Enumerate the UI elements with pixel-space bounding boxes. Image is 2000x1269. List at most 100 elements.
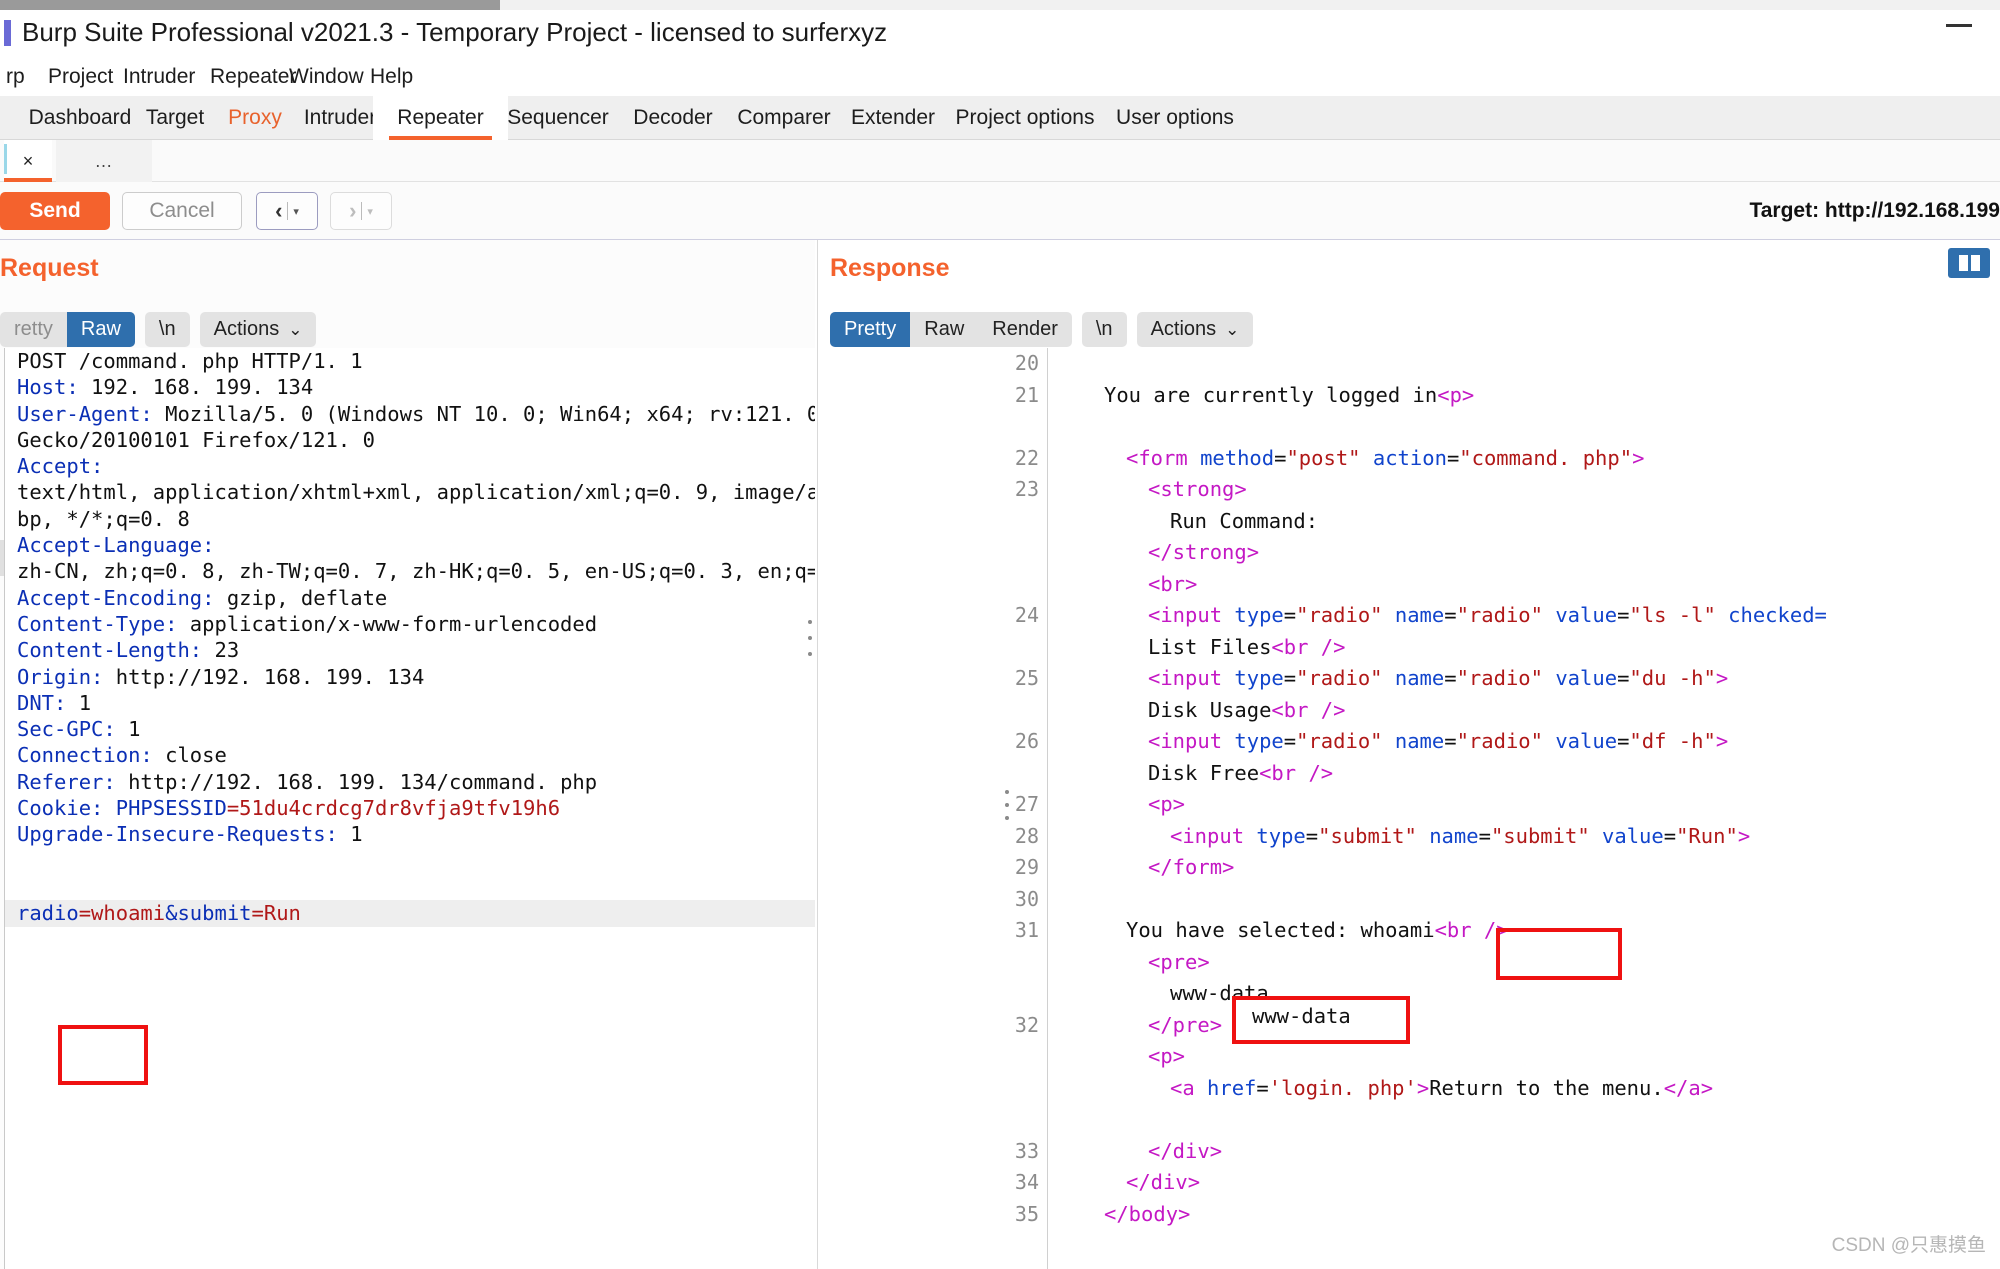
response-code-line: <p> [1148, 1044, 1186, 1068]
response-code-line: </div> [1126, 1170, 1201, 1194]
watermark: CSDN @只惠摸鱼 [1831, 1235, 1986, 1256]
close-icon[interactable]: × [23, 151, 34, 172]
request-text-line: Gecko/20100101 Firefox/121. 0 [17, 427, 375, 452]
actions-label: Actions [1150, 318, 1217, 340]
response-splitter-handle[interactable] [1003, 790, 1011, 820]
line-number: 21 [1014, 382, 1039, 407]
line-number: 22 [1014, 445, 1039, 470]
request-text-line: zh-CN, zh;q=0. 8, zh-TW;q=0. 7, zh-HK;q=… [17, 559, 815, 584]
history-back-button[interactable]: ‹ ▾ [256, 192, 318, 230]
tab-user-options[interactable]: User options [1080, 96, 1270, 140]
menu-item-project[interactable]: Project [42, 63, 119, 91]
response-panel-title: Response [830, 254, 950, 282]
response-editor[interactable]: You are currently logged in<p> <form met… [1060, 348, 2000, 1269]
request-text-line: text/html, application/xhtml+xml, applic… [17, 480, 815, 505]
response-code-line: <input type="radio" name="radio" value="… [1148, 666, 1729, 690]
line-number [1000, 569, 1039, 601]
response-code-line: www-data [1170, 981, 1269, 1005]
line-number: 24 [1014, 603, 1039, 627]
request-newline-button[interactable]: \n [144, 312, 190, 347]
annotation-box-response-whoami [1496, 928, 1622, 980]
request-editor[interactable]: POST /command. php HTTP/1. 1 Host: 192. 1… [4, 348, 815, 1269]
line-number: 30 [1014, 886, 1039, 911]
request-header-line: Accept-Encoding: gzip, deflate [17, 585, 388, 610]
request-header-line: Connection: close [17, 743, 227, 768]
line-number: 35 [1014, 1201, 1039, 1226]
response-code-line: <input type="radio" name="radio" value="… [1148, 729, 1729, 753]
response-tab-pretty[interactable]: Pretty [830, 312, 911, 347]
line-number: 34 [1014, 1170, 1039, 1194]
request-tab-pretty[interactable]: retty [0, 312, 67, 347]
line-number [1000, 947, 1039, 979]
actions-label: Actions [213, 318, 280, 340]
minimize-button[interactable] [1946, 24, 1972, 27]
response-code-line [1060, 348, 2000, 380]
request-header-line: DNT: 1 [17, 690, 92, 715]
response-code-line [1060, 884, 2000, 916]
request-actions-button[interactable]: Actions ⌄ [199, 312, 317, 347]
history-forward-button[interactable]: › ▾ [330, 192, 392, 230]
layout-toggle-button[interactable] [1948, 248, 1990, 278]
menu-bar: rp Project Intruder Repeater Window Help [0, 58, 2000, 96]
line-number [1000, 1041, 1039, 1073]
request-text-line: POST /command. php HTTP/1. 1 [17, 349, 363, 373]
response-view-controls: Pretty Raw Render \n Actions ⌄ [830, 312, 1254, 347]
request-tab-raw[interactable]: Raw [66, 312, 135, 347]
chevron-down-icon: ⌄ [288, 319, 303, 339]
response-code-line [1060, 1104, 2000, 1136]
repeater-tab-1[interactable]: × [4, 140, 52, 182]
menu-item-help[interactable]: Help [364, 63, 419, 91]
request-text-line: bp, */*;q=0. 8 [17, 506, 190, 531]
request-header-line: User-Agent: Mozilla/5. 0 (Windows NT 10.… [17, 401, 815, 426]
send-button[interactable]: Send [0, 192, 110, 230]
line-number: 31 [1014, 918, 1039, 942]
request-header-line: Upgrade-Insecure-Requests: 1 [17, 822, 363, 847]
chevron-down-icon: ⌄ [1225, 319, 1240, 339]
menu-item-rp[interactable]: rp [0, 63, 31, 91]
chevron-down-icon: ▾ [367, 205, 373, 218]
repeater-action-bar: 9 Send Cancel ‹ ▾ › ▾ Target: http://192… [0, 182, 2000, 240]
line-number [1000, 978, 1039, 1010]
line-number: 33 [1014, 1138, 1039, 1163]
menu-item-window[interactable]: Window [283, 63, 370, 91]
response-tab-render[interactable]: Render [978, 312, 1072, 347]
newline-label: \n [158, 318, 176, 340]
response-actions-button[interactable]: Actions ⌄ [1136, 312, 1254, 347]
line-number: 25 [1014, 666, 1039, 690]
response-code-line: <input type="radio" name="radio" value="… [1148, 603, 1827, 627]
response-code-line: </strong> [1148, 540, 1260, 564]
line-number: 32 [1014, 1012, 1039, 1037]
line-number: 29 [1014, 855, 1039, 879]
response-code-line: <a href='login. php'>Return to the menu.… [1170, 1075, 1714, 1100]
ellipsis-icon: … [94, 150, 114, 171]
request-header-line: Content-Type: application/x-www-form-url… [17, 611, 598, 636]
response-code-line: Disk Usage<br /> [1148, 697, 1346, 722]
title-bar: Burp Suite Professional v2021.3 - Tempor… [0, 10, 2000, 58]
response-code-line: </div> [1148, 1138, 1223, 1163]
os-strip-left [0, 0, 500, 10]
request-header-line: Host: 192. 168. 199. 134 [17, 375, 314, 400]
response-code-line: <p> [1148, 792, 1186, 816]
response-code-line: </pre> [1148, 1012, 1223, 1037]
line-number: 26 [1014, 729, 1039, 753]
os-strip-right [500, 0, 2000, 10]
request-panel-title: Request [0, 254, 99, 282]
layout-column-icon [1958, 255, 1968, 271]
panel-splitter-handle[interactable] [806, 620, 814, 656]
repeater-tab-more[interactable]: … [56, 140, 152, 182]
os-window-strip [0, 0, 2000, 10]
annotation-text-wwwdata: www-data [1252, 1004, 1351, 1028]
main-tab-strip: Dashboard Target Proxy Intruder Repeater Sequ… [0, 96, 2000, 140]
response-tab-raw[interactable]: Raw [910, 312, 978, 347]
cancel-button[interactable]: Cancel [122, 192, 242, 230]
response-code-line: <strong> [1148, 477, 1247, 501]
response-code-line: List Files<br /> [1148, 634, 1346, 659]
response-newline-button[interactable]: \n [1081, 312, 1127, 347]
menu-item-intruder[interactable]: Intruder [117, 63, 201, 91]
line-number [1000, 1104, 1039, 1136]
request-view-toggle[interactable]: retty Raw [0, 312, 135, 347]
burp-logo-icon [4, 20, 11, 46]
chevron-right-icon: › [349, 198, 357, 223]
response-code-line: You are currently logged in<p> [1104, 382, 1475, 407]
response-view-toggle[interactable]: Pretty Raw Render [830, 312, 1072, 347]
